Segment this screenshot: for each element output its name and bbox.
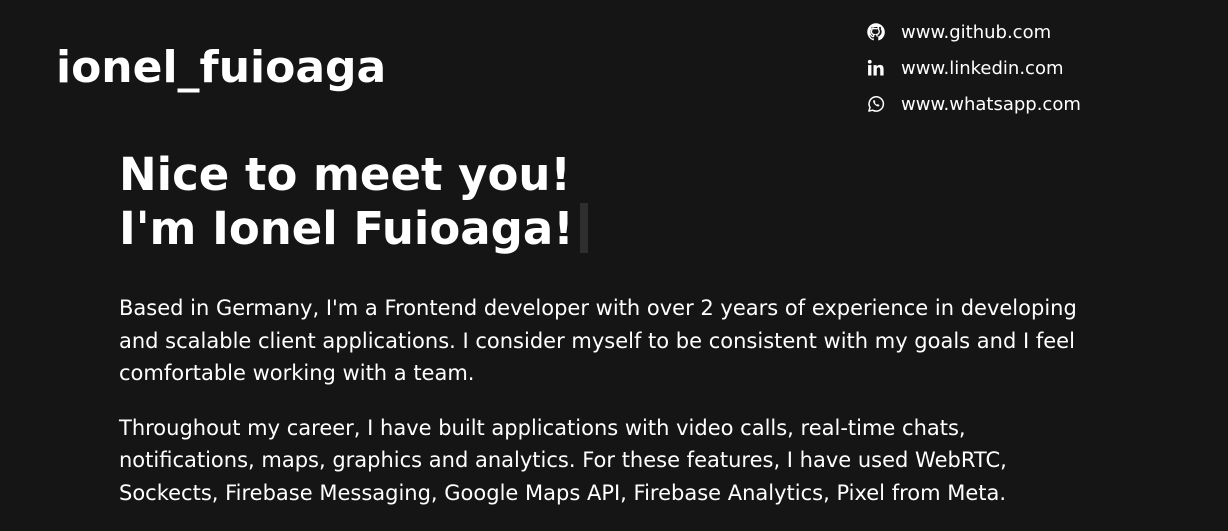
hero-greeting: Nice to meet you!: [119, 148, 571, 201]
social-links: www.github.com www.linkedin.com www.what…: [865, 14, 1205, 122]
linkedin-link-label: www.linkedin.com: [901, 57, 1064, 79]
whatsapp-link[interactable]: www.whatsapp.com: [865, 86, 1205, 122]
bio-paragraph-2: Throughout my career, I have built appli…: [119, 415, 1007, 505]
whatsapp-link-label: www.whatsapp.com: [901, 93, 1081, 115]
linkedin-icon: [865, 57, 887, 79]
hero-intro-line: I'm Ionel Fuioaga!: [119, 202, 1099, 256]
bio-section: Based in Germany, I'm a Frontend develop…: [119, 292, 1099, 531]
bio-paragraph-1: Based in Germany, I'm a Frontend develop…: [119, 296, 1077, 385]
github-icon: [865, 21, 887, 43]
hero-intro: I'm Ionel Fuioaga!: [119, 202, 574, 255]
github-link-label: www.github.com: [901, 21, 1052, 43]
hero-section: Nice to meet you! I'm Ionel Fuioaga!: [119, 148, 1099, 256]
typing-cursor: [579, 203, 588, 253]
hero-heading: Nice to meet you! I'm Ionel Fuioaga!: [119, 148, 1099, 256]
site-logo[interactable]: ionel_fuioaga: [56, 40, 386, 96]
whatsapp-icon: [865, 93, 887, 115]
github-link[interactable]: www.github.com: [865, 14, 1205, 50]
linkedin-link[interactable]: www.linkedin.com: [865, 50, 1205, 86]
